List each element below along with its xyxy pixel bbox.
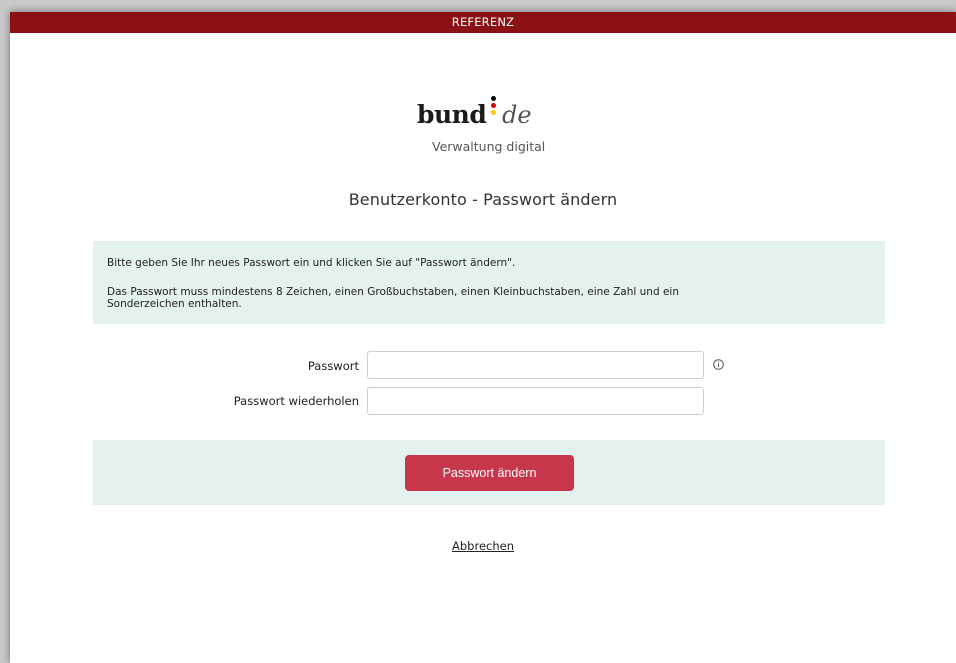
logo-name-main: bund (417, 100, 487, 129)
page-title: Benutzerkonto - Passwort ändern (348, 190, 618, 209)
info-text-instruction: Bitte geben Sie Ihr neues Passwort ein u… (107, 257, 516, 269)
info-text-requirements: Das Passwort muss mindestens 8 Zeichen, … (107, 286, 679, 310)
password-label: Passwort (307, 359, 359, 373)
browser-window: REFERENZ bund de Verwaltung digital Benu… (10, 12, 956, 663)
bund-de-logo: bund de Verwaltung digital (417, 92, 577, 162)
cancel-link[interactable]: Abbrechen (452, 539, 514, 553)
reference-banner: REFERENZ (10, 12, 956, 33)
logo-name-suffix: de (502, 101, 532, 129)
logo-tagline: Verwaltung digital (432, 139, 546, 154)
info-panel (93, 241, 885, 324)
logo-flag-dots-icon (491, 96, 497, 118)
change-password-button[interactable]: Passwort ändern (405, 455, 574, 491)
info-circle-icon[interactable] (713, 359, 724, 370)
action-panel: Passwort ändern (93, 440, 885, 505)
password-repeat-label: Passwort wiederholen (233, 394, 359, 408)
password-repeat-input[interactable] (367, 387, 704, 415)
cancel-link-wrapper: Abbrechen (10, 539, 956, 553)
password-input[interactable] (367, 351, 704, 379)
